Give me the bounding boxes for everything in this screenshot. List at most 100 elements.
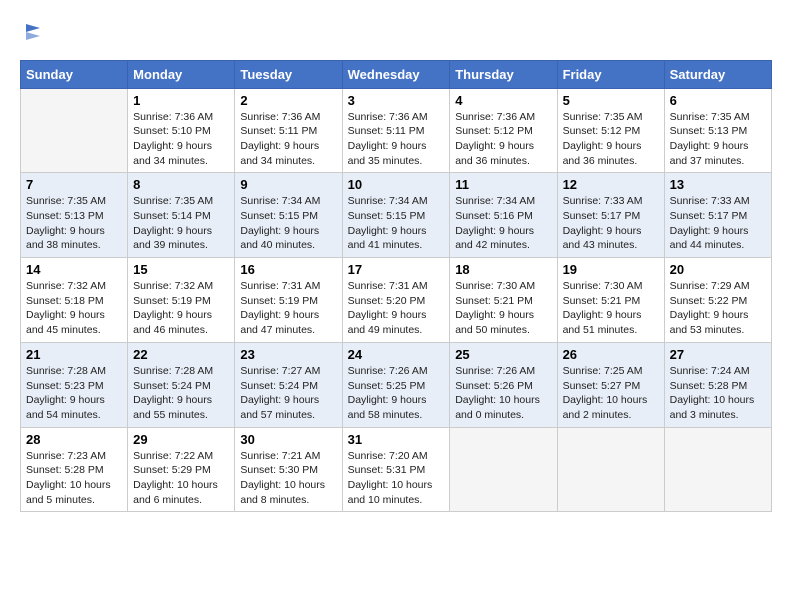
- day-number: 7: [26, 177, 122, 192]
- calendar-cell: [557, 427, 664, 512]
- day-info: Sunrise: 7:32 AM Sunset: 5:19 PM Dayligh…: [133, 279, 229, 338]
- day-number: 12: [563, 177, 659, 192]
- day-info: Sunrise: 7:35 AM Sunset: 5:13 PM Dayligh…: [670, 110, 766, 169]
- day-number: 28: [26, 432, 122, 447]
- calendar-cell: 29 Sunrise: 7:22 AM Sunset: 5:29 PM Dayli…: [128, 427, 235, 512]
- day-number: 15: [133, 262, 229, 277]
- calendar-cell: [21, 88, 128, 173]
- day-number: 11: [455, 177, 551, 192]
- day-number: 31: [348, 432, 445, 447]
- day-number: 2: [240, 93, 336, 108]
- calendar-cell: 17 Sunrise: 7:31 AM Sunset: 5:20 PM Dayli…: [342, 258, 450, 343]
- calendar-cell: 12Sunrise: 7:33 AM Sunset: 5:17 PM Dayli…: [557, 173, 664, 258]
- day-number: 14: [26, 262, 122, 277]
- day-info: Sunrise: 7:33 AM Sunset: 5:17 PM Dayligh…: [670, 194, 766, 253]
- column-header-thursday: Thursday: [450, 60, 557, 88]
- day-number: 13: [670, 177, 766, 192]
- calendar-cell: 23Sunrise: 7:27 AM Sunset: 5:24 PM Dayli…: [235, 342, 342, 427]
- week-row: 28 Sunrise: 7:23 AM Sunset: 5:28 PM Dayli…: [21, 427, 772, 512]
- calendar-table: SundayMondayTuesdayWednesdayThursdayFrid…: [20, 60, 772, 513]
- week-row: 7 Sunrise: 7:35 AM Sunset: 5:13 PM Daylig…: [21, 173, 772, 258]
- calendar-cell: 20 Sunrise: 7:29 AM Sunset: 5:22 PM Dayli…: [664, 258, 771, 343]
- column-header-wednesday: Wednesday: [342, 60, 450, 88]
- day-info: Sunrise: 7:24 AM Sunset: 5:28 PM Dayligh…: [670, 364, 766, 423]
- day-info: Sunrise: 7:27 AM Sunset: 5:24 PM Dayligh…: [240, 364, 336, 423]
- day-info: Sunrise: 7:22 AM Sunset: 5:29 PM Dayligh…: [133, 449, 229, 508]
- calendar-cell: [450, 427, 557, 512]
- day-number: 21: [26, 347, 122, 362]
- day-number: 6: [670, 93, 766, 108]
- day-number: 22: [133, 347, 229, 362]
- calendar-cell: 11 Sunrise: 7:34 AM Sunset: 5:16 PM Dayli…: [450, 173, 557, 258]
- day-number: 8: [133, 177, 229, 192]
- calendar-cell: 9 Sunrise: 7:34 AM Sunset: 5:15 PM Daylig…: [235, 173, 342, 258]
- calendar-cell: 16Sunrise: 7:31 AM Sunset: 5:19 PM Dayli…: [235, 258, 342, 343]
- day-number: 27: [670, 347, 766, 362]
- day-number: 26: [563, 347, 659, 362]
- day-number: 10: [348, 177, 445, 192]
- week-row: 21 Sunrise: 7:28 AM Sunset: 5:23 PM Dayli…: [21, 342, 772, 427]
- calendar-cell: 21 Sunrise: 7:28 AM Sunset: 5:23 PM Dayli…: [21, 342, 128, 427]
- calendar-cell: 22 Sunrise: 7:28 AM Sunset: 5:24 PM Dayli…: [128, 342, 235, 427]
- calendar-cell: 28 Sunrise: 7:23 AM Sunset: 5:28 PM Dayli…: [21, 427, 128, 512]
- week-row: 14 Sunrise: 7:32 AM Sunset: 5:18 PM Dayli…: [21, 258, 772, 343]
- calendar-cell: 13 Sunrise: 7:33 AM Sunset: 5:17 PM Dayli…: [664, 173, 771, 258]
- day-info: Sunrise: 7:31 AM Sunset: 5:20 PM Dayligh…: [348, 279, 445, 338]
- column-header-friday: Friday: [557, 60, 664, 88]
- logo-flag-icon: [22, 20, 46, 44]
- day-info: Sunrise: 7:26 AM Sunset: 5:26 PM Dayligh…: [455, 364, 551, 423]
- calendar-cell: 7 Sunrise: 7:35 AM Sunset: 5:13 PM Daylig…: [21, 173, 128, 258]
- calendar-cell: 8Sunrise: 7:35 AM Sunset: 5:14 PM Daylig…: [128, 173, 235, 258]
- day-info: Sunrise: 7:30 AM Sunset: 5:21 PM Dayligh…: [455, 279, 551, 338]
- calendar-cell: 24 Sunrise: 7:26 AM Sunset: 5:25 PM Dayli…: [342, 342, 450, 427]
- page-header: [20, 20, 772, 50]
- calendar-cell: 1 Sunrise: 7:36 AM Sunset: 5:10 PM Daylig…: [128, 88, 235, 173]
- day-number: 24: [348, 347, 445, 362]
- day-info: Sunrise: 7:29 AM Sunset: 5:22 PM Dayligh…: [670, 279, 766, 338]
- day-info: Sunrise: 7:34 AM Sunset: 5:16 PM Dayligh…: [455, 194, 551, 253]
- day-info: Sunrise: 7:30 AM Sunset: 5:21 PM Dayligh…: [563, 279, 659, 338]
- day-number: 25: [455, 347, 551, 362]
- day-number: 19: [563, 262, 659, 277]
- day-info: Sunrise: 7:36 AM Sunset: 5:12 PM Dayligh…: [455, 110, 551, 169]
- calendar-cell: 14 Sunrise: 7:32 AM Sunset: 5:18 PM Dayli…: [21, 258, 128, 343]
- calendar-cell: 31 Sunrise: 7:20 AM Sunset: 5:31 PM Dayli…: [342, 427, 450, 512]
- calendar-cell: 15 Sunrise: 7:32 AM Sunset: 5:19 PM Dayli…: [128, 258, 235, 343]
- calendar-header-row: SundayMondayTuesdayWednesdayThursdayFrid…: [21, 60, 772, 88]
- day-number: 18: [455, 262, 551, 277]
- day-number: 17: [348, 262, 445, 277]
- logo-text: [20, 20, 46, 50]
- day-info: Sunrise: 7:34 AM Sunset: 5:15 PM Dayligh…: [348, 194, 445, 253]
- calendar-cell: 27 Sunrise: 7:24 AM Sunset: 5:28 PM Dayli…: [664, 342, 771, 427]
- day-number: 29: [133, 432, 229, 447]
- day-number: 20: [670, 262, 766, 277]
- day-info: Sunrise: 7:28 AM Sunset: 5:23 PM Dayligh…: [26, 364, 122, 423]
- day-info: Sunrise: 7:31 AM Sunset: 5:19 PM Dayligh…: [240, 279, 336, 338]
- day-info: Sunrise: 7:28 AM Sunset: 5:24 PM Dayligh…: [133, 364, 229, 423]
- day-info: Sunrise: 7:35 AM Sunset: 5:13 PM Dayligh…: [26, 194, 122, 253]
- calendar-cell: [664, 427, 771, 512]
- day-info: Sunrise: 7:20 AM Sunset: 5:31 PM Dayligh…: [348, 449, 445, 508]
- calendar-cell: 4Sunrise: 7:36 AM Sunset: 5:12 PM Daylig…: [450, 88, 557, 173]
- day-info: Sunrise: 7:34 AM Sunset: 5:15 PM Dayligh…: [240, 194, 336, 253]
- day-info: Sunrise: 7:26 AM Sunset: 5:25 PM Dayligh…: [348, 364, 445, 423]
- day-number: 3: [348, 93, 445, 108]
- day-number: 1: [133, 93, 229, 108]
- day-info: Sunrise: 7:36 AM Sunset: 5:10 PM Dayligh…: [133, 110, 229, 169]
- calendar-cell: 2Sunrise: 7:36 AM Sunset: 5:11 PM Daylig…: [235, 88, 342, 173]
- day-info: Sunrise: 7:25 AM Sunset: 5:27 PM Dayligh…: [563, 364, 659, 423]
- calendar-cell: 6 Sunrise: 7:35 AM Sunset: 5:13 PM Daylig…: [664, 88, 771, 173]
- calendar-cell: 19 Sunrise: 7:30 AM Sunset: 5:21 PM Dayli…: [557, 258, 664, 343]
- day-number: 9: [240, 177, 336, 192]
- day-number: 5: [563, 93, 659, 108]
- day-info: Sunrise: 7:36 AM Sunset: 5:11 PM Dayligh…: [348, 110, 445, 169]
- day-info: Sunrise: 7:32 AM Sunset: 5:18 PM Dayligh…: [26, 279, 122, 338]
- logo: [20, 20, 46, 50]
- day-info: Sunrise: 7:23 AM Sunset: 5:28 PM Dayligh…: [26, 449, 122, 508]
- day-info: Sunrise: 7:35 AM Sunset: 5:12 PM Dayligh…: [563, 110, 659, 169]
- calendar-cell: 18 Sunrise: 7:30 AM Sunset: 5:21 PM Dayli…: [450, 258, 557, 343]
- day-info: Sunrise: 7:21 AM Sunset: 5:30 PM Dayligh…: [240, 449, 336, 508]
- day-number: 30: [240, 432, 336, 447]
- column-header-saturday: Saturday: [664, 60, 771, 88]
- column-header-monday: Monday: [128, 60, 235, 88]
